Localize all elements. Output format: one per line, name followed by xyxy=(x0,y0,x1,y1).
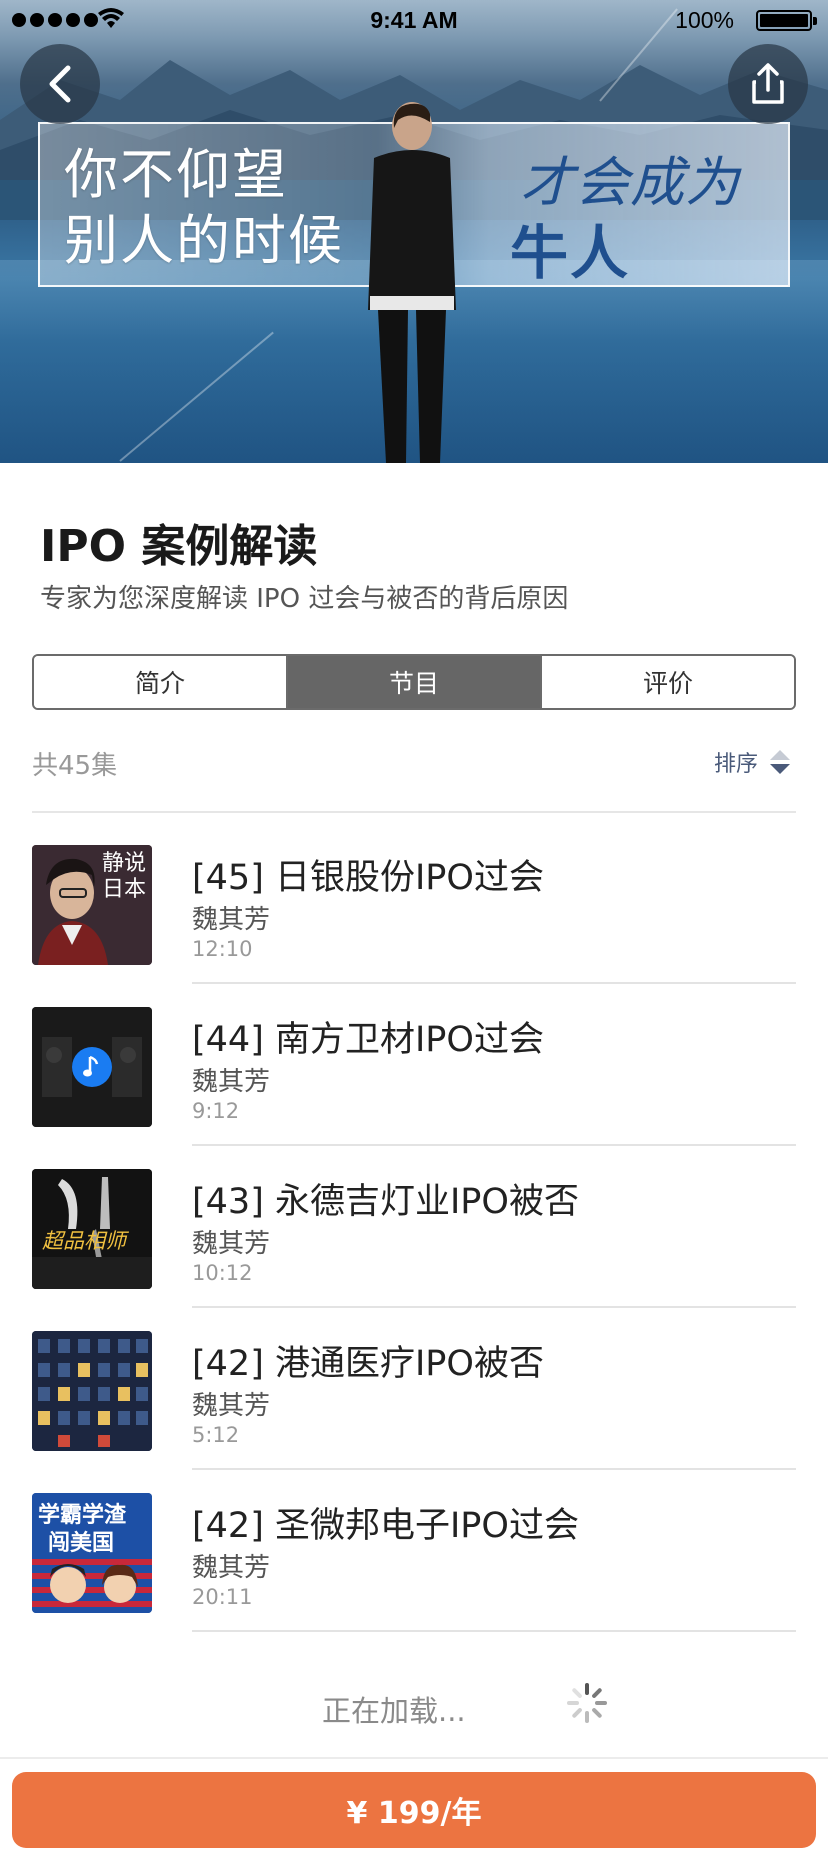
row-divider xyxy=(192,1630,796,1632)
loading-indicator: 正在加载... xyxy=(0,1680,828,1728)
segmented-tabs: 简介 节目 评价 xyxy=(32,654,796,710)
episode-title: [44] 南方卫材IPO过会 xyxy=(192,1020,544,1060)
episode-row[interactable]: 静说日本 [45] 日银股份IPO过会 魏其芳 12:10 xyxy=(0,813,828,984)
thumb-text-3: 超品相师 xyxy=(42,1229,126,1253)
share-button[interactable] xyxy=(728,44,808,124)
sort-icon xyxy=(770,750,791,774)
tab-reviews[interactable]: 评价 xyxy=(542,656,794,708)
tab-episodes[interactable]: 节目 xyxy=(288,656,542,708)
sort-button[interactable]: 排序 xyxy=(714,746,792,778)
play-badge[interactable] xyxy=(72,1047,112,1087)
battery-icon xyxy=(756,10,817,31)
episode-title: [42] 圣微邦电子IPO过会 xyxy=(192,1506,579,1546)
episode-duration: 20:11 xyxy=(192,1585,253,1609)
person-silhouette xyxy=(368,102,456,463)
episode-duration: 12:10 xyxy=(192,937,253,961)
episode-count: 共45集 xyxy=(32,751,118,781)
episode-author: 魏其芳 xyxy=(192,1553,271,1583)
episode-duration: 5:12 xyxy=(192,1423,240,1447)
episode-author: 魏其芳 xyxy=(192,1229,271,1259)
course-subtitle: 专家为您深度解读 IPO 过会与被否的背后原因 xyxy=(40,584,569,614)
music-note-icon xyxy=(83,1055,99,1077)
episode-duration: 9:12 xyxy=(192,1099,240,1123)
spinner-icon xyxy=(567,1683,607,1723)
slogan-left: 你不仰望 别人的时候 xyxy=(64,143,344,272)
course-title: IPO 案例解读 xyxy=(40,521,318,572)
episode-row[interactable]: 超品相师 [43] 永德吉灯业IPO被否 魏其芳 10:12 xyxy=(0,1137,828,1308)
back-button[interactable] xyxy=(20,44,100,124)
episode-title: [42] 港通医疗IPO被否 xyxy=(192,1344,544,1384)
divider xyxy=(0,1757,828,1759)
episode-thumbnail xyxy=(32,1007,152,1127)
episode-title: [43] 永德吉灯业IPO被否 xyxy=(192,1182,579,1222)
battery-percent: 100% xyxy=(675,7,734,33)
subscribe-button[interactable]: ¥ 199/年 xyxy=(12,1772,816,1848)
episode-title: [45] 日银股份IPO过会 xyxy=(192,858,544,898)
status-bar: 9:41 AM 100% xyxy=(0,0,828,40)
thumb-text-5-line2: 闯美国 xyxy=(48,1531,115,1556)
thumb-text-1: 静说日本 xyxy=(102,851,147,902)
episode-thumbnail xyxy=(32,1331,152,1451)
share-icon xyxy=(752,63,784,104)
chevron-left-icon xyxy=(49,65,71,103)
episode-row[interactable]: [42] 港通医疗IPO被否 魏其芳 5:12 xyxy=(0,1299,828,1470)
episode-thumbnail: 学霸学渣 闯美国 xyxy=(32,1493,152,1613)
hero-banner: 你不仰望 别人的时候 才会成为 牛人 9:41 AM 100% xyxy=(0,0,828,463)
episode-author: 魏其芳 xyxy=(192,905,271,935)
episode-author: 魏其芳 xyxy=(192,1067,271,1097)
episode-row[interactable]: 学霸学渣 闯美国 [42] 圣微邦电子IPO过会 魏其芳 20:11 xyxy=(0,1461,828,1632)
sort-label: 排序 xyxy=(714,752,759,777)
tab-intro[interactable]: 简介 xyxy=(34,656,288,708)
episode-thumbnail: 静说日本 xyxy=(32,845,152,965)
episode-author: 魏其芳 xyxy=(192,1391,271,1421)
loading-text: 正在加载... xyxy=(322,1694,466,1728)
slogan-right-line2: 牛人 xyxy=(510,219,631,287)
episode-duration: 10:12 xyxy=(192,1261,253,1285)
episode-row[interactable]: [44] 南方卫材IPO过会 魏其芳 9:12 xyxy=(0,975,828,1146)
episode-thumbnail: 超品相师 xyxy=(32,1169,152,1289)
